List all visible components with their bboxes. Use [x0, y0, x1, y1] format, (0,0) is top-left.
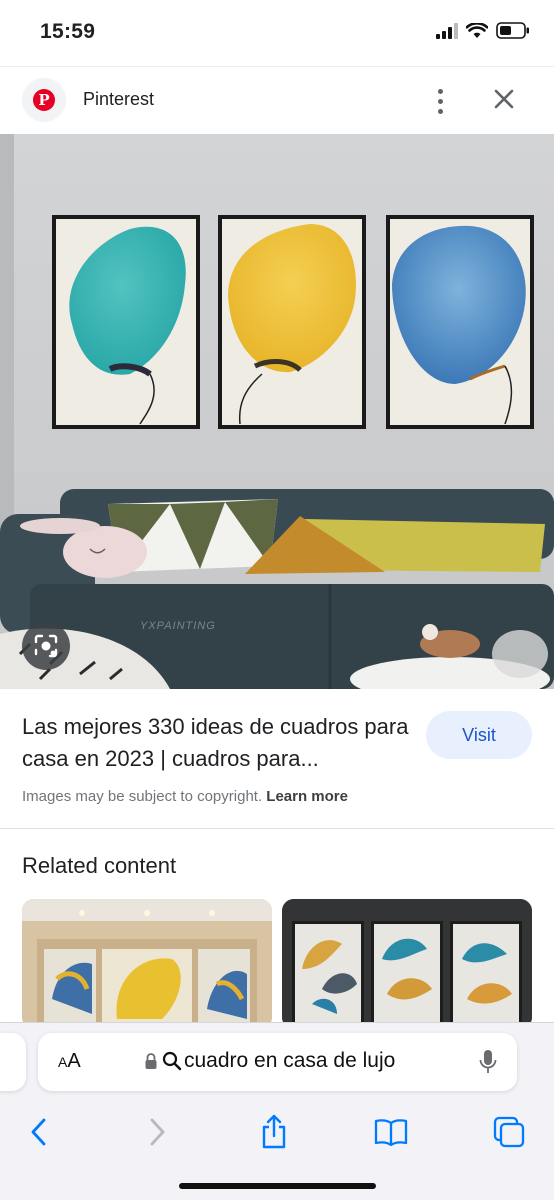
wifi-icon: [466, 22, 488, 38]
previous-tab-bar[interactable]: [0, 1033, 26, 1091]
source-header: P Pinterest: [0, 66, 554, 134]
status-bar: 15:59: [0, 0, 554, 66]
learn-more-link[interactable]: Learn more: [266, 788, 348, 805]
browser-toolbar: [0, 1104, 554, 1200]
status-icons: [436, 22, 530, 39]
related-card[interactable]: [282, 899, 532, 1029]
microphone-icon[interactable]: [478, 1049, 498, 1075]
result-title[interactable]: Las mejores 330 ideas de cuadros para ca…: [22, 711, 414, 775]
lens-icon[interactable]: [22, 622, 70, 670]
address-bar[interactable]: AA cuadro en casa de lujo: [38, 1033, 517, 1091]
pinterest-logo[interactable]: P: [22, 78, 66, 122]
visit-button[interactable]: Visit: [426, 711, 532, 759]
battery-icon: [496, 22, 529, 39]
book-icon[interactable]: [369, 1110, 413, 1154]
related-content-heading: Related content: [22, 853, 177, 878]
related-image: [282, 899, 532, 1029]
result-info: Las mejores 330 ideas de cuadros para ca…: [0, 689, 554, 829]
copyright-text: Images may be subject to copyright.: [22, 788, 263, 805]
home-indicator: [179, 1183, 376, 1189]
source-name[interactable]: Pinterest: [83, 89, 154, 110]
living-room-painting-image: [0, 134, 554, 689]
pinterest-logo-letter: P: [33, 89, 55, 111]
result-image[interactable]: YXPAINTING: [0, 134, 554, 689]
status-time: 15:59: [40, 20, 96, 43]
chevron-left-icon[interactable]: [16, 1110, 60, 1154]
watermark: YXPAINTING: [140, 620, 216, 632]
share-icon[interactable]: [252, 1110, 296, 1154]
signal-icon: [436, 22, 458, 39]
copyright-notice: Images may be subject to copyright. Lear…: [22, 788, 348, 805]
address-text[interactable]: cuadro en casa de lujo: [184, 1049, 395, 1073]
related-card[interactable]: [22, 899, 272, 1029]
related-image: [22, 899, 272, 1029]
search-icon: [162, 1051, 182, 1071]
more-vertical-icon[interactable]: [426, 85, 454, 117]
address-bar-area: AA cuadro en casa de lujo: [0, 1022, 554, 1104]
lock-icon: [145, 1053, 157, 1069]
close-icon[interactable]: [488, 83, 520, 115]
reader-settings-button[interactable]: AA: [58, 1050, 81, 1073]
chevron-right-icon[interactable]: [136, 1110, 180, 1154]
tabs-icon[interactable]: [487, 1110, 531, 1154]
